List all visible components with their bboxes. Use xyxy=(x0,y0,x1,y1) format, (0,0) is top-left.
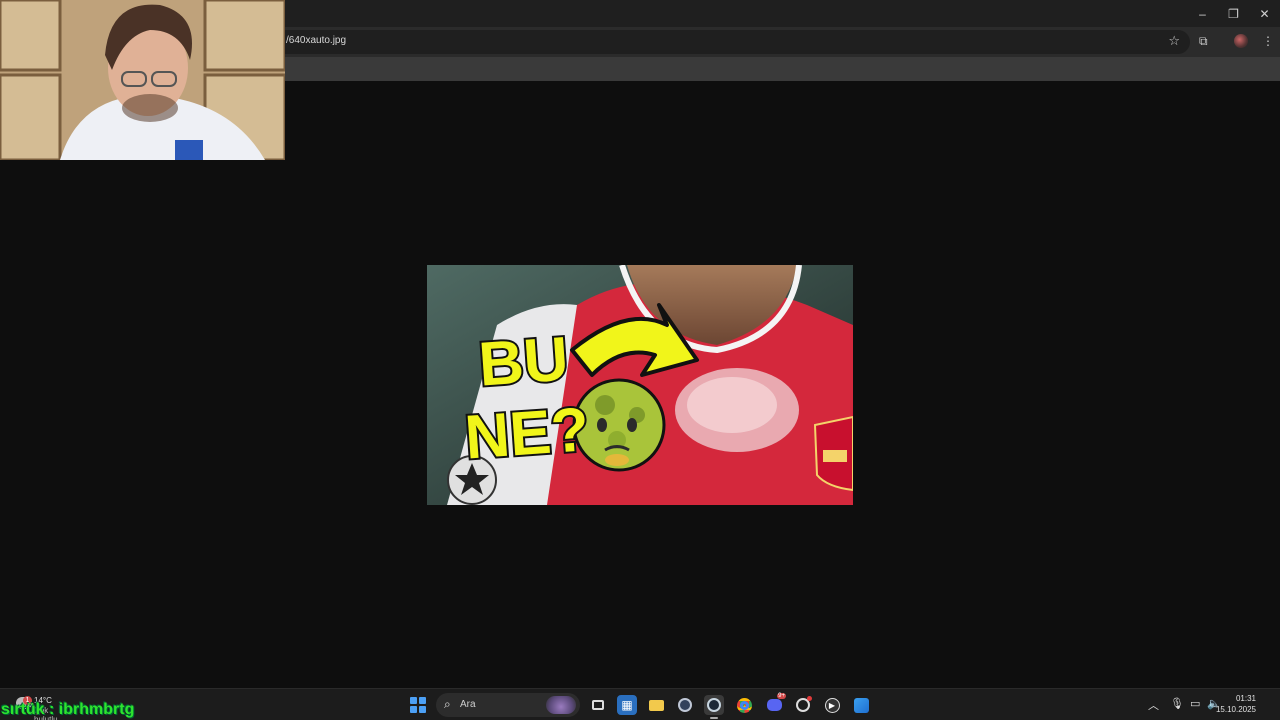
overlay-text-bu: BU xyxy=(477,324,571,399)
windows-logo-pane xyxy=(410,706,417,713)
menu-kebab-icon[interactable]: ⋮ xyxy=(1262,34,1274,48)
webcam-overlay xyxy=(0,0,285,160)
obs-icon[interactable] xyxy=(675,695,695,715)
restore-button[interactable]: ❐ xyxy=(1218,0,1249,27)
crest-icon xyxy=(813,415,853,492)
task-view-icon[interactable] xyxy=(588,695,608,715)
tray-overflow-chevron-icon[interactable]: ︿ xyxy=(1148,697,1159,713)
windows-logo-pane xyxy=(419,697,426,704)
file-explorer-icon[interactable] xyxy=(646,695,666,715)
start-button[interactable] xyxy=(410,697,426,713)
windows-logo-pane xyxy=(410,697,417,704)
displayed-image: BU NE? xyxy=(427,265,853,505)
search-highlight-icon xyxy=(546,696,576,714)
discord-badge: 9+ xyxy=(777,693,786,699)
search-icon: ⌕ xyxy=(444,697,451,711)
minimize-button[interactable]: – xyxy=(1187,0,1218,27)
webcam-feed xyxy=(0,0,285,160)
discord-icon[interactable]: 9+ xyxy=(764,693,786,715)
stream-chat-overlay: sırtük : ibrhmbrtg xyxy=(1,701,135,718)
extensions-icon[interactable]: ⧉ xyxy=(1199,34,1208,49)
system-clock[interactable]: 01:31 15.10.2025 xyxy=(1216,693,1256,715)
chrome-icon[interactable] xyxy=(734,695,754,715)
active-indicator xyxy=(710,717,718,719)
window-controls: – ❐ ✕ xyxy=(1187,0,1280,27)
clock-date: 15.10.2025 xyxy=(1215,705,1256,714)
microphone-icon[interactable]: 🎙 xyxy=(1170,697,1184,710)
steam-icon[interactable] xyxy=(704,695,724,719)
close-button[interactable]: ✕ xyxy=(1249,0,1280,27)
thumbnail-graphic: BU NE? xyxy=(427,265,853,505)
calculator-icon[interactable]: ▦ xyxy=(617,695,637,715)
snipping-tool-icon[interactable] xyxy=(851,695,871,715)
taskbar: 1 14°C Çok bulutlu ⌕ Ara ▦ 9+ ▶ ︿ 🎙 ▭ 🔈 xyxy=(0,688,1280,720)
windows-logo-pane xyxy=(419,706,426,713)
profile-avatar[interactable] xyxy=(1234,34,1248,48)
search-placeholder: Ara xyxy=(460,699,476,710)
overlay-text-ne: NE? xyxy=(463,395,592,472)
screen: – ❐ ✕ /640xauto.jpg ☆ ⧉ ⋮ BU NE? 1 14°C … xyxy=(0,0,1280,720)
clock-app-icon[interactable] xyxy=(793,695,813,715)
bookmark-star-icon[interactable]: ☆ xyxy=(1168,33,1180,49)
taskbar-search[interactable]: ⌕ Ara xyxy=(436,693,580,717)
media-player-icon[interactable]: ▶ xyxy=(822,695,842,715)
url-text: /640xauto.jpg xyxy=(286,35,347,46)
clock-time: 01:31 xyxy=(1235,694,1256,703)
network-icon[interactable]: ▭ xyxy=(1190,697,1200,710)
